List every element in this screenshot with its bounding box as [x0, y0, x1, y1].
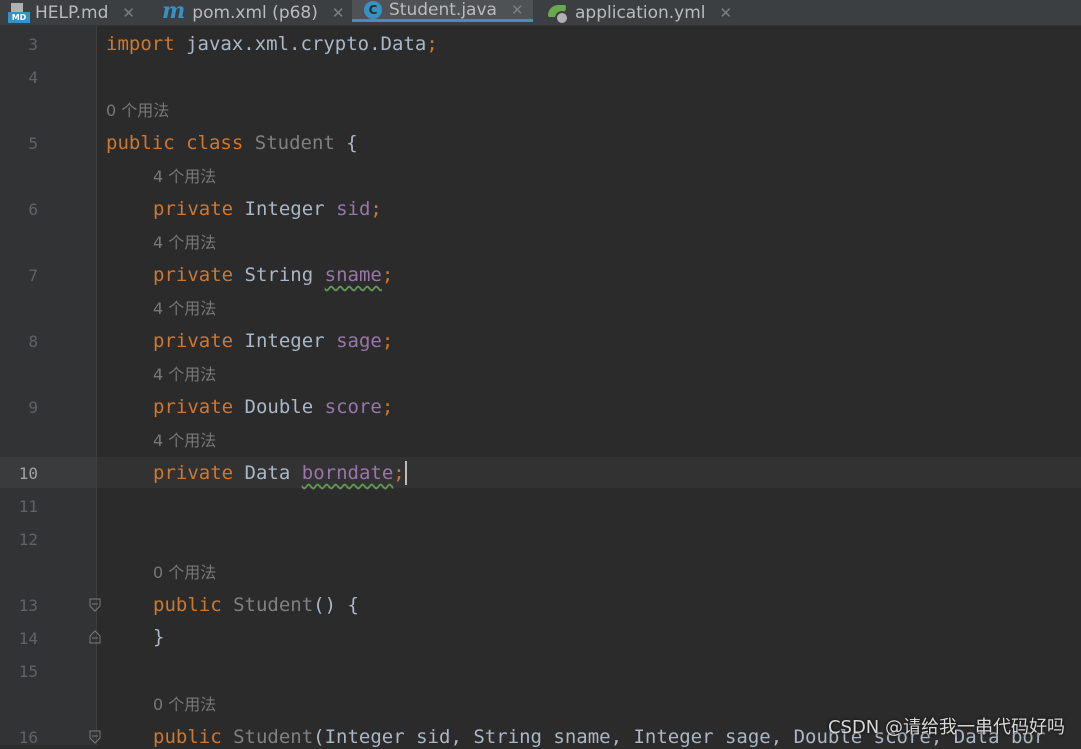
code-line-import[interactable]: import javax.xml.crypto.Data;	[106, 32, 438, 56]
field-name: sage	[336, 330, 382, 352]
text-caret	[404, 461, 407, 485]
line-number[interactable]: 4	[0, 68, 38, 88]
usage-hint[interactable]: 0 个用法	[153, 563, 216, 583]
tab-student-java[interactable]: C Student.java ✕	[352, 0, 533, 22]
semicolon: ;	[370, 198, 382, 220]
line-number[interactable]: 13	[0, 596, 38, 616]
line-number-current[interactable]: 10	[0, 464, 38, 484]
tab-pom-xml[interactable]: m pom.xml (p68) ✕	[162, 0, 344, 25]
semicolon: ;	[381, 330, 394, 352]
spring-config-icon	[546, 4, 569, 25]
code-line-field-sname[interactable]: private String sname;	[153, 263, 393, 287]
field-type: Double	[244, 396, 314, 418]
semicolon: ;	[381, 396, 394, 418]
usage-hint[interactable]: 4 个用法	[153, 365, 216, 385]
line-number[interactable]: 15	[0, 662, 38, 682]
editor-tab-bar: MD HELP.md ✕ m pom.xml (p68) ✕ C Student…	[0, 0, 1081, 26]
tab-help-md[interactable]: MD HELP.md ✕	[8, 0, 135, 25]
fold-end-icon[interactable]	[89, 630, 101, 644]
keyword: import	[106, 33, 175, 55]
keyword: private	[153, 264, 234, 286]
usage-hint[interactable]: 4 个用法	[153, 233, 216, 253]
import-path: javax.xml.crypto.Data	[174, 33, 427, 55]
keyword: public	[106, 132, 175, 154]
keyword: private	[153, 396, 234, 418]
line-number[interactable]: 12	[0, 530, 38, 550]
field-name: sid	[336, 198, 371, 220]
code-line-field-score[interactable]: private Double score;	[153, 395, 393, 419]
field-name: borndate	[301, 462, 394, 484]
code-line-class-decl[interactable]: public class Student {	[106, 131, 358, 155]
line-number[interactable]: 5	[0, 134, 38, 154]
field-type: Integer	[244, 198, 325, 220]
tab-label: application.yml	[575, 2, 706, 23]
line-number[interactable]: 14	[0, 629, 38, 649]
fold-start-icon[interactable]	[89, 730, 101, 744]
code-line-constructor-empty[interactable]: public Student() {	[153, 593, 359, 617]
keyword: public	[153, 594, 222, 616]
maven-icon: m	[162, 0, 186, 24]
keyword: private	[153, 330, 234, 352]
keyword: private	[153, 462, 234, 484]
line-number[interactable]: 3	[0, 35, 38, 55]
field-type: Data	[244, 462, 291, 484]
code-line-field-borndate[interactable]: private Data borndate;	[153, 461, 407, 485]
code-line-field-sage[interactable]: private Integer sage;	[153, 329, 393, 353]
field-type: Integer	[244, 330, 325, 352]
fold-start-icon[interactable]	[89, 598, 101, 612]
line-number[interactable]: 16	[0, 728, 38, 748]
brace: {	[347, 594, 359, 616]
keyword: class	[186, 132, 244, 154]
line-number[interactable]: 7	[0, 266, 38, 286]
tab-label: HELP.md	[35, 2, 109, 23]
usage-hint[interactable]: 0 个用法	[106, 101, 169, 121]
markdown-file-icon: MD	[8, 2, 30, 23]
semicolon: ;	[393, 462, 405, 484]
class-name: Student	[254, 132, 335, 154]
constructor-name: Student	[233, 594, 314, 616]
close-icon[interactable]: ✕	[332, 4, 345, 22]
semicolon: ;	[426, 33, 438, 55]
usage-hint[interactable]: 4 个用法	[153, 299, 216, 319]
close-icon[interactable]: ✕	[511, 1, 524, 19]
line-number[interactable]: 9	[0, 398, 38, 418]
usage-hint[interactable]: 0 个用法	[153, 695, 216, 715]
field-name: sname	[324, 264, 382, 286]
code-line-close-brace[interactable]: }	[153, 625, 164, 649]
line-number[interactable]: 8	[0, 332, 38, 352]
java-class-icon: C	[364, 0, 382, 19]
semicolon: ;	[381, 264, 394, 286]
tab-label: pom.xml (p68)	[192, 2, 318, 23]
parameter-list: ()	[313, 594, 337, 616]
watermark: CSDN @请给我一串代码好吗	[827, 717, 1065, 738]
brace: {	[346, 132, 358, 154]
usage-hint[interactable]: 4 个用法	[153, 431, 216, 451]
code-line-field-sid[interactable]: private Integer sid;	[153, 197, 382, 221]
keyword: private	[153, 198, 234, 220]
line-number[interactable]: 11	[0, 497, 38, 517]
close-icon[interactable]: ✕	[720, 4, 733, 22]
close-icon[interactable]: ✕	[122, 4, 135, 22]
tab-label: Student.java	[389, 0, 497, 20]
tab-application-yml[interactable]: application.yml ✕	[546, 0, 732, 25]
field-name: score	[324, 396, 382, 418]
field-type: String	[244, 264, 314, 286]
usage-hint[interactable]: 4 个用法	[153, 167, 216, 187]
line-number[interactable]: 6	[0, 200, 38, 220]
brace: }	[153, 626, 165, 648]
